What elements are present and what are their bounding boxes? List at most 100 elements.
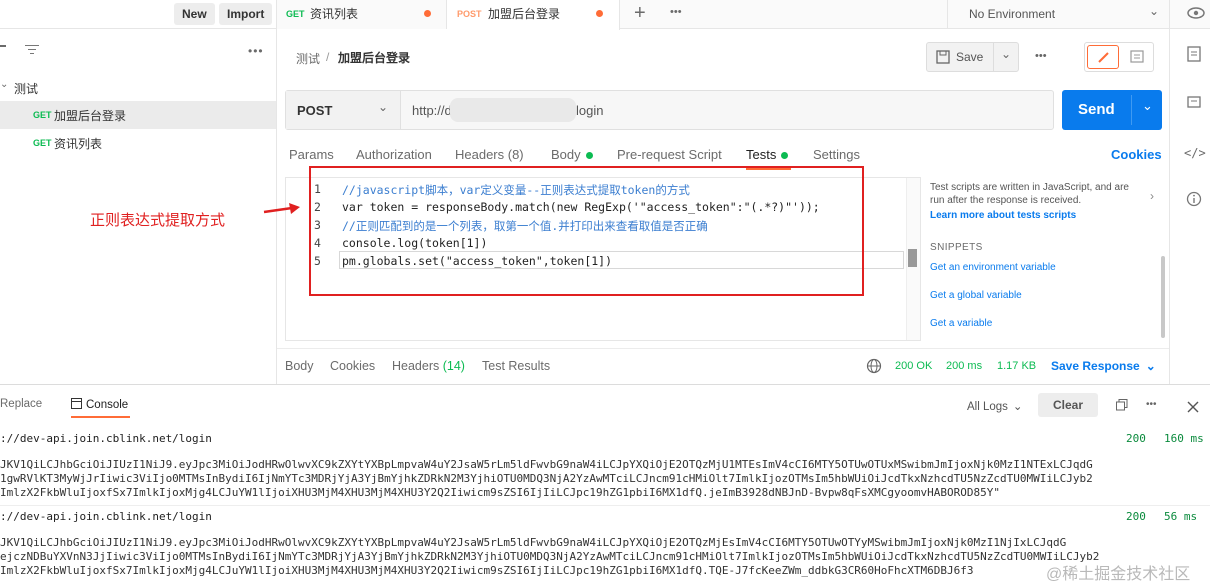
sidebar-item-label: 加盟后台登录 (54, 109, 127, 123)
import-button[interactable]: Import (219, 3, 273, 25)
edit-icon[interactable] (1087, 45, 1119, 69)
tab-params[interactable]: Params (289, 147, 334, 162)
sidebar-item-label: 资讯列表 (54, 137, 103, 151)
chevron-down-icon: ⌄ (1145, 359, 1156, 373)
chevron-down-icon[interactable]: ⌄ (1142, 98, 1153, 114)
send-button[interactable]: Send (1078, 101, 1115, 118)
tab-request[interactable]: GET 资讯列表 (277, 0, 447, 29)
documentation-icon[interactable] (1184, 46, 1204, 66)
tab-label: 资讯列表 (310, 7, 359, 21)
cookies-link[interactable]: Cookies (1111, 147, 1162, 162)
comments-icon[interactable] (1184, 95, 1204, 115)
response-time[interactable]: 200 ms (946, 360, 982, 372)
environment-select[interactable]: No Environment ⌄ (947, 0, 1169, 29)
headers-count: (14) (442, 359, 465, 373)
response-status[interactable]: 200 OK (895, 360, 932, 372)
console-log-line: JKV1QiLCJhbGciOiJIUzI1NiJ9.eyJpc3MiOiJod… (0, 536, 1067, 549)
log-level-select[interactable]: All Logs ⌄ (967, 399, 1023, 413)
tab-prerequest[interactable]: Pre-request Script (617, 147, 722, 162)
sidebar-item-active[interactable]: GET 加盟后台登录 (0, 101, 276, 129)
preview-icon[interactable] (1123, 45, 1151, 69)
view-toggle (1084, 42, 1154, 72)
unsaved-dot-icon (424, 10, 431, 17)
response-tab-body[interactable]: Body (285, 359, 314, 373)
console-time: 160 ms (1164, 432, 1204, 445)
sidebar: New Import ••• ⌄ 测试 GET 加盟后台登录 GET 资讯列表 (0, 0, 277, 384)
console-log-line: 1gwRVlKT3MyWjJrIiwic3ViIjo0MTMsInBydiI6I… (0, 472, 1093, 485)
redacted-region (450, 98, 576, 122)
code-icon[interactable]: </> (1184, 143, 1206, 163)
chevron-down-icon[interactable]: ⌄ (1001, 47, 1011, 61)
tab-authorization[interactable]: Authorization (356, 147, 432, 162)
chevron-down-icon[interactable]: ⌄ (0, 79, 8, 90)
status-dot-icon (781, 152, 789, 160)
tab-console-label: Console (86, 399, 129, 411)
close-icon[interactable] (1187, 401, 1199, 413)
tab-console[interactable]: Console (71, 398, 128, 411)
response-size[interactable]: 1.17 KB (997, 360, 1036, 372)
eye-icon[interactable] (1169, 0, 1210, 29)
clear-button[interactable]: Clear (1038, 393, 1098, 417)
response-tab-headers[interactable]: Headers (14) (392, 359, 465, 373)
add-icon[interactable] (0, 45, 6, 47)
status-dot-icon (585, 152, 593, 160)
save-button[interactable]: Save (927, 43, 994, 71)
tab-replace[interactable]: Replace (0, 398, 42, 410)
chevron-down-icon: ⌄ (1149, 4, 1160, 18)
globe-icon[interactable] (866, 358, 882, 374)
copy-icon[interactable] (1116, 399, 1128, 411)
tab-label: 加盟后台登录 (488, 7, 561, 21)
save-button-group: Save ⌄ (926, 42, 1019, 72)
console-log-line: JKV1QiLCJhbGciOiJIUzI1NiJ9.eyJpc3MiOiJod… (0, 458, 1093, 471)
breadcrumb-parent[interactable]: 测试 (296, 50, 320, 67)
send-button-group: Send ⌄ (1062, 90, 1162, 130)
tab-settings[interactable]: Settings (813, 147, 860, 162)
chevron-right-icon[interactable]: › (1150, 189, 1154, 203)
method-badge: GET (33, 110, 52, 120)
method-label: POST (297, 103, 333, 118)
response-tab-cookies[interactable]: Cookies (330, 359, 375, 373)
filter-icon[interactable] (25, 44, 41, 56)
console-log-line: ImlzX2FkbWluIjoxfSx7ImlkIjoxMjg4LCJuYW1l… (0, 564, 974, 577)
new-button[interactable]: New (174, 3, 215, 25)
log-level-label: All Logs (967, 401, 1008, 413)
console-divider (0, 505, 1210, 506)
tabs-more-icon[interactable]: ••• (670, 6, 682, 18)
new-tab-icon[interactable]: + (634, 2, 646, 24)
response-tab-test-results[interactable]: Test Results (482, 359, 550, 373)
tab-tests-label: Tests (746, 147, 777, 162)
snippet-item[interactable]: Get an environment variable (930, 262, 1056, 273)
url-prefix: http://d (412, 103, 452, 118)
console-request-url[interactable]: ://dev-api.join.cblink.net/login (0, 510, 212, 523)
console-time: 56 ms (1164, 510, 1198, 523)
send-divider (1131, 95, 1132, 125)
collection-name[interactable]: 测试 (14, 80, 38, 97)
tab-request-active[interactable]: POST 加盟后台登录 (447, 0, 620, 30)
snippets-scrollbar[interactable] (1161, 256, 1165, 338)
breadcrumb-separator: / (326, 50, 330, 64)
more-icon[interactable]: ••• (1035, 50, 1047, 62)
tab-body[interactable]: Body (551, 147, 593, 162)
snippet-item[interactable]: Get a global variable (930, 290, 1022, 301)
unsaved-dot-icon (596, 10, 603, 17)
url-input[interactable]: http://d login (402, 91, 1053, 129)
url-suffix: login (576, 103, 604, 118)
snippets-description: Test scripts are written in JavaScript, … (930, 182, 1129, 206)
console-request-url[interactable]: ://dev-api.join.cblink.net/login (0, 432, 212, 445)
method-select[interactable]: POST ⌄ (286, 91, 401, 129)
headers-label: Headers (392, 359, 440, 373)
console-more-icon[interactable]: ••• (1146, 399, 1157, 410)
method-badge: GET (286, 9, 305, 19)
learn-more-link[interactable]: Learn more about tests scripts (930, 210, 1076, 221)
environment-label: No Environment (969, 7, 1056, 21)
tab-tests[interactable]: Tests (746, 147, 789, 162)
snippet-item[interactable]: Get a variable (930, 318, 992, 329)
scrollbar-thumb[interactable] (908, 249, 917, 267)
info-icon[interactable] (1184, 191, 1204, 211)
console-status: 200 (1126, 432, 1146, 445)
console-log-line: ejczNDBuYXVnN3JjIiwic3ViIjo0MTMsInBydiI6… (0, 550, 1100, 563)
save-response-button[interactable]: Save Response ⌄ (1051, 359, 1156, 373)
more-icon[interactable]: ••• (248, 44, 264, 58)
tab-headers[interactable]: Headers (8) (455, 147, 524, 162)
sidebar-item[interactable]: GET 资讯列表 (0, 129, 276, 157)
